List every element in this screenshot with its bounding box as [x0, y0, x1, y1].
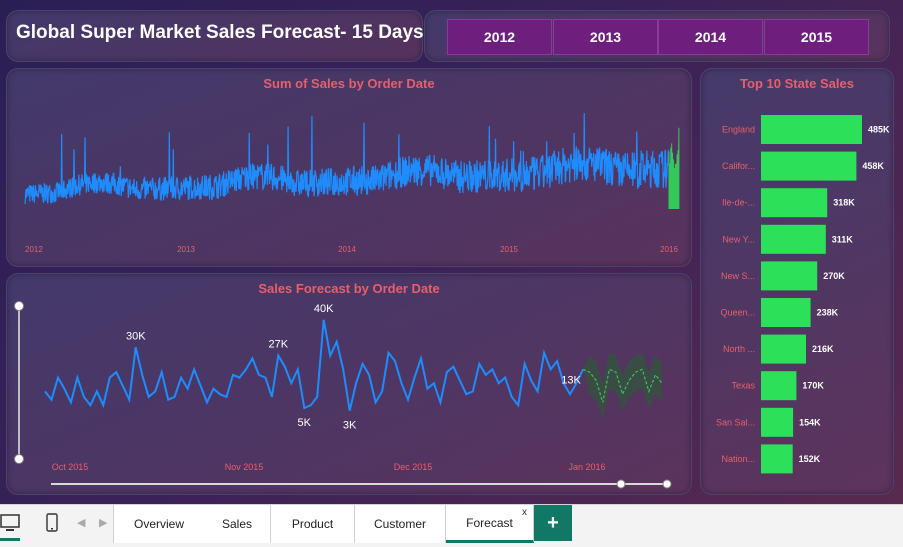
sales-x-tick: 2012 [25, 245, 43, 254]
state-bar[interactable] [761, 407, 794, 437]
page-tab-bar: ◀ ▶ Overview Sales Product Customer Fore… [0, 504, 903, 547]
forecast-x-tick: Oct 2015 [52, 462, 89, 472]
state-category-label: New S... [721, 271, 755, 281]
forecast-data-label: 30K [126, 330, 146, 342]
forecast-data-label: 27K [269, 339, 289, 351]
forecast-x-tick: Jan 2016 [568, 462, 605, 472]
state-bar[interactable] [761, 298, 811, 327]
sales-x-tick: 2016 [660, 245, 678, 254]
state-value-label: 458K [862, 161, 884, 171]
state-bar[interactable] [761, 151, 857, 181]
state-bar-chart[interactable]: England 485K Califor... 458K Ile-de-... 318K N… [701, 69, 893, 494]
title-panel: Global Super Market Sales Forecast- 15 D… [6, 10, 424, 62]
sales-x-tick: 2013 [177, 245, 195, 254]
year-button-2014[interactable]: 2014 [658, 19, 763, 55]
sales-x-tick: 2015 [500, 245, 518, 254]
state-category-label: Queen... [720, 308, 755, 318]
forecast-x-tick: Nov 2015 [225, 462, 264, 472]
state-bar[interactable] [761, 371, 797, 401]
year-button-2012[interactable]: 2012 [447, 19, 552, 55]
state-bar[interactable] [761, 188, 828, 218]
state-category-label: Ile-de-... [722, 198, 755, 208]
forecast-data-label: 40K [314, 303, 334, 315]
scroll-right-icon[interactable]: ▶ [99, 516, 107, 529]
forecast-data-label: 5K [298, 417, 312, 429]
tab-close-icon[interactable]: x [522, 507, 527, 518]
mobile-view-icon[interactable] [45, 513, 59, 533]
sales-forecast-tail [668, 127, 680, 210]
desktop-view-icon[interactable] [0, 513, 22, 533]
year-slicer: 2012 2013 2014 2015 [424, 10, 890, 62]
state-bar[interactable] [761, 444, 793, 474]
year-button-2013[interactable]: 2013 [553, 19, 658, 55]
y-range-slider-handle-bottom[interactable] [14, 454, 24, 464]
state-category-label: New Y... [722, 234, 755, 244]
tab-product[interactable]: Product [271, 505, 355, 543]
state-category-label: England [722, 125, 755, 135]
state-category-label: Texas [731, 381, 755, 391]
forecast-data-label: 3K [343, 420, 357, 432]
state-category-label: North ... [723, 344, 755, 354]
scroll-left-icon[interactable]: ◀ [77, 516, 85, 529]
state-value-label: 152K [799, 454, 821, 464]
add-page-button[interactable]: + [534, 505, 572, 541]
state-bar[interactable] [761, 115, 862, 144]
forecast-data-label: 13K [561, 374, 581, 386]
x-range-slider-handle-left[interactable] [616, 479, 626, 489]
sales-series-line[interactable] [24, 113, 670, 205]
y-range-slider-handle-top[interactable] [14, 301, 24, 311]
state-value-label: 318K [833, 198, 855, 208]
state-bar[interactable] [761, 261, 818, 291]
state-value-label: 238K [817, 308, 839, 318]
state-value-label: 270K [823, 271, 845, 281]
tab-sales[interactable]: Sales [204, 505, 271, 543]
state-sales-panel: Top 10 State Sales England 485K Califor...… [700, 68, 894, 495]
desktop-view-indicator [0, 538, 20, 541]
tab-customer[interactable]: Customer [355, 505, 446, 543]
x-range-slider-handle-right[interactable] [662, 479, 672, 489]
year-button-2015[interactable]: 2015 [764, 19, 869, 55]
state-value-label: 311K [832, 234, 854, 244]
state-category-label: Califor... [722, 161, 755, 171]
forecast-x-tick: Dec 2015 [394, 462, 433, 472]
state-category-label: Nation... [721, 454, 755, 464]
state-value-label: 216K [812, 344, 834, 354]
sales-line-chart[interactable]: 2012 2013 2014 2015 2016 [7, 69, 691, 266]
tab-forecast-label: Forecast [466, 515, 513, 530]
state-category-label: San Sal... [716, 417, 755, 427]
tab-overview[interactable]: Overview [113, 505, 205, 543]
state-value-label: 485K [868, 125, 890, 135]
page-title: Global Super Market Sales Forecast- 15 D… [16, 22, 424, 43]
state-bar[interactable] [761, 334, 806, 364]
state-bar[interactable] [761, 224, 826, 254]
forecast-confidence-band [583, 352, 662, 419]
state-value-label: 154K [799, 417, 821, 427]
tab-forecast[interactable]: Forecast x [446, 505, 534, 543]
forecast-line-chart[interactable]: 30K 27K 40K 5K 3K 13K Oct 2015 Nov 2015 Dec 2015… [7, 274, 691, 494]
forecast-panel: Sales Forecast by Order Date 30K 27K 40K 5K… [6, 273, 692, 495]
sales-x-tick: 2014 [338, 245, 356, 254]
state-value-label: 170K [802, 381, 824, 391]
sales-by-date-panel: Sum of Sales by Order Date 2012 2013 2014 2… [6, 68, 692, 267]
